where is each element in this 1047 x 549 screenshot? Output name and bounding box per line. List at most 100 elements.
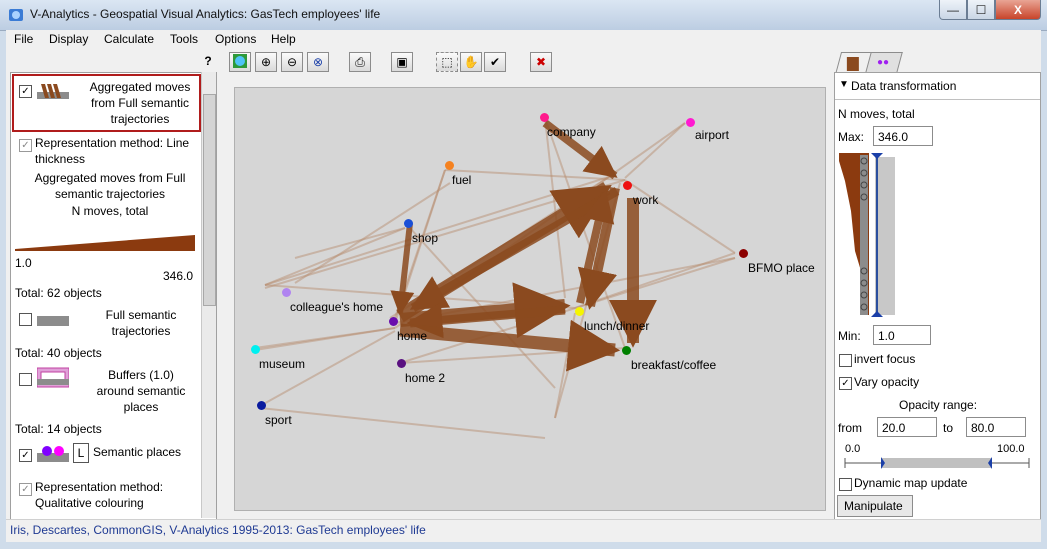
dynamic-update-label: Dynamic map update xyxy=(854,476,968,490)
menu-display[interactable]: Display xyxy=(49,32,88,46)
apply-button[interactable]: ✔ xyxy=(484,52,506,72)
layer4-title: Semantic places xyxy=(93,445,182,459)
place-marker[interactable] xyxy=(445,161,454,170)
flow-map xyxy=(254,117,736,439)
place-marker[interactable] xyxy=(404,219,413,228)
cancel-icon: ✖ xyxy=(535,55,547,69)
place-marker[interactable] xyxy=(686,118,695,127)
layer4-checkbox[interactable]: ✓ xyxy=(19,449,32,462)
layer1-title: Aggregated moves from Full semantic traj… xyxy=(89,80,191,126)
aggregated-moves-icon xyxy=(37,84,69,99)
dynamic-update-checkbox[interactable] xyxy=(839,478,852,491)
zoom-out-button[interactable]: ⊖ xyxy=(281,52,303,72)
menu-file[interactable]: File xyxy=(14,32,33,46)
to-label: to xyxy=(943,421,954,435)
pan-button[interactable]: ✋ xyxy=(460,52,482,72)
from-field[interactable]: 20.0 xyxy=(877,417,937,437)
place-label: work xyxy=(633,193,659,207)
close-button[interactable]: X xyxy=(995,0,1041,20)
place-label: colleague's home xyxy=(290,300,384,314)
tab-moves-icon xyxy=(846,57,859,71)
tab-places-icon: ●● xyxy=(877,57,890,68)
place-marker[interactable] xyxy=(257,401,266,410)
layer4-method-checkbox[interactable]: ✓ xyxy=(19,483,32,496)
to-field[interactable]: 80.0 xyxy=(966,417,1026,437)
zoom-out-icon: ⊖ xyxy=(286,55,298,69)
place-marker[interactable] xyxy=(397,359,406,368)
place-label: BFMO place xyxy=(748,261,815,275)
opacity-range-label: Opacity range: xyxy=(899,398,978,412)
min-label: Min: xyxy=(838,329,861,343)
layer1-checkbox[interactable]: ✓ xyxy=(19,85,32,98)
place-label: museum xyxy=(259,357,306,371)
layer2-total: Total: 62 objects xyxy=(15,286,102,300)
status-bar: Iris, Descartes, CommonGIS, V-Analytics … xyxy=(6,519,1041,542)
help-button[interactable]: ? xyxy=(201,52,215,72)
menu-tools[interactable]: Tools xyxy=(170,32,198,46)
place-label: home 2 xyxy=(405,371,446,385)
vary-opacity-label: Vary opacity xyxy=(854,375,920,389)
maximize-button[interactable]: ☐ xyxy=(967,0,995,20)
zoom-reset-button[interactable]: ⊗ xyxy=(307,52,329,72)
map-view[interactable]: company airport fuel work shop BFMO place coll… xyxy=(234,87,826,511)
collapse-triangle-icon: ▼ xyxy=(839,79,849,90)
scale-min: 0.0 xyxy=(845,443,861,455)
place-marker[interactable] xyxy=(739,249,748,258)
zoom-in-button[interactable]: ⊕ xyxy=(255,52,277,72)
place-label: sport xyxy=(265,413,292,427)
from-label: from xyxy=(838,421,862,435)
scale-max: 100.0 xyxy=(997,443,1025,455)
invert-focus-checkbox[interactable] xyxy=(839,354,852,367)
max-label: Max: xyxy=(838,130,865,144)
thickness-legend xyxy=(15,235,195,251)
place-marker[interactable] xyxy=(251,345,260,354)
menu-help[interactable]: Help xyxy=(271,32,296,46)
data-transformation-panel: ▼ Data transformation N moves, total Max… xyxy=(834,72,1041,521)
layer2-checkbox[interactable] xyxy=(19,313,32,326)
section-title: Data transformation xyxy=(851,79,957,93)
select-icon: ⬚ xyxy=(441,55,453,69)
menu-options[interactable]: Options xyxy=(215,32,256,46)
globe-button[interactable] xyxy=(229,52,251,72)
place-marker[interactable] xyxy=(389,317,398,326)
invert-focus-label: invert focus xyxy=(854,352,916,366)
print-button[interactable]: ⎙ xyxy=(349,52,371,72)
layer2-title: Full semantic trajectories xyxy=(105,308,177,338)
left-scroll-thumb[interactable] xyxy=(203,94,216,306)
checkmark-icon: ✔ xyxy=(489,55,501,69)
manipulate-tab[interactable]: Manipulate xyxy=(837,495,913,517)
label-toggle-badge[interactable]: L xyxy=(73,443,89,463)
place-marker[interactable] xyxy=(623,181,632,190)
minimize-button[interactable]: — xyxy=(939,0,967,20)
max-field[interactable]: 346.0 xyxy=(873,126,933,146)
menu-bar: File Display Calculate Tools Options Hel… xyxy=(6,30,1041,50)
vary-opacity-checkbox[interactable]: ✓ xyxy=(839,377,852,390)
save-button[interactable]: ▣ xyxy=(391,52,413,72)
opacity-range-slider[interactable] xyxy=(843,455,1033,471)
layer4-total: Total: 14 objects xyxy=(15,422,102,436)
menu-calculate[interactable]: Calculate xyxy=(104,32,154,46)
layer3-checkbox[interactable] xyxy=(19,373,32,386)
place-label: company xyxy=(547,125,596,139)
layer3-total: Total: 40 objects xyxy=(15,346,102,360)
place-marker[interactable] xyxy=(575,307,584,316)
select-button[interactable]: ⬚ xyxy=(436,52,458,72)
tab-semantic-places[interactable]: ●● xyxy=(865,52,903,73)
title-bar: V-Analytics - Geospatial Visual Analytic… xyxy=(0,0,1047,31)
section-header[interactable]: ▼ Data transformation xyxy=(835,73,1040,100)
min-field[interactable]: 1.0 xyxy=(873,325,931,345)
place-label: airport xyxy=(695,128,730,142)
clear-selection-button[interactable]: ✖ xyxy=(530,52,552,72)
place-label: lunch/dinner xyxy=(584,319,650,333)
place-marker[interactable] xyxy=(540,113,549,122)
left-scrollbar[interactable] xyxy=(201,72,216,518)
place-label: breakfast/coffee xyxy=(631,358,717,372)
main-area: ? ✓ Aggregated moves from Full semantic … xyxy=(6,50,1041,521)
status-text: Iris, Descartes, CommonGIS, V-Analytics … xyxy=(10,523,426,537)
layer1-method-checkbox[interactable]: ✓ xyxy=(19,139,32,152)
value-distribution-slider[interactable] xyxy=(839,151,899,317)
place-marker[interactable] xyxy=(282,288,291,297)
save-icon: ▣ xyxy=(396,55,408,69)
layer3-title: Buffers (1.0) around semantic places xyxy=(96,368,186,414)
place-marker[interactable] xyxy=(622,346,631,355)
